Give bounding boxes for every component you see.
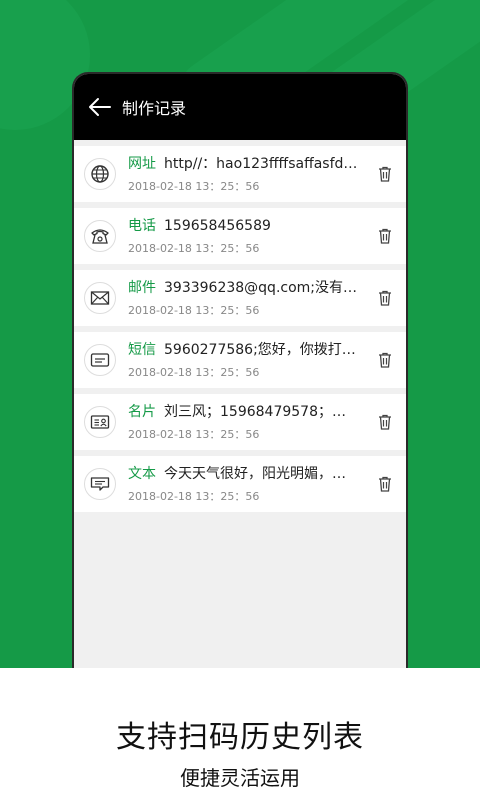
promo-headline: 支持扫码历史列表 <box>116 720 364 755</box>
trash-icon[interactable] <box>376 475 394 493</box>
record-content: 今天天气很好，阳光明媚，我... <box>164 465 358 482</box>
page-title: 制作记录 <box>122 99 187 118</box>
record-type: 文本 <box>128 465 156 482</box>
card-icon <box>84 406 116 438</box>
record-list: 网址 http//：hao123ffffsaffasfdaff... 2018-… <box>74 140 406 512</box>
record-type: 电话 <box>128 217 156 234</box>
record-type: 邮件 <box>128 279 156 296</box>
list-item[interactable]: 电话 159658456589 2018-02-18 13：25：56 <box>74 208 406 264</box>
list-item[interactable]: 短信 5960277586;您好，你拨打的... 2018-02-18 13：2… <box>74 332 406 388</box>
trash-icon[interactable] <box>376 227 394 245</box>
promo-subline: 便捷灵活运用 <box>180 766 300 790</box>
phone-icon <box>84 220 116 252</box>
back-arrow-icon[interactable] <box>78 85 122 129</box>
text-icon <box>84 468 116 500</box>
record-type: 名片 <box>128 403 156 420</box>
record-content: 刘三风；15968479578；厦门... <box>164 403 358 420</box>
record-type: 短信 <box>128 341 156 358</box>
trash-icon[interactable] <box>376 289 394 307</box>
phone-screen: 制作记录 网址 http//：hao123ffffsaffasfdaff... … <box>74 74 406 674</box>
record-time: 2018-02-18 13：25：56 <box>128 365 260 379</box>
list-item[interactable]: 邮件 393396238@qq.com;没有做... 2018-02-18 13… <box>74 270 406 326</box>
trash-icon[interactable] <box>376 413 394 431</box>
trash-icon[interactable] <box>376 165 394 183</box>
record-time: 2018-02-18 13：25：56 <box>128 427 260 441</box>
trash-icon[interactable] <box>376 351 394 369</box>
app-bar: 制作记录 <box>74 74 406 140</box>
record-time: 2018-02-18 13：25：56 <box>128 489 260 503</box>
record-time: 2018-02-18 13：25：56 <box>128 241 260 255</box>
list-item[interactable]: 名片 刘三风；15968479578；厦门... 2018-02-18 13：2… <box>74 394 406 450</box>
record-content: 393396238@qq.com;没有做... <box>164 279 358 296</box>
record-time: 2018-02-18 13：25：56 <box>128 303 260 317</box>
record-type: 网址 <box>128 155 156 172</box>
mail-icon <box>84 282 116 314</box>
record-time: 2018-02-18 13：25：56 <box>128 179 260 193</box>
record-content: 5960277586;您好，你拨打的... <box>164 341 358 358</box>
message-icon <box>84 344 116 376</box>
list-item[interactable]: 网址 http//：hao123ffffsaffasfdaff... 2018-… <box>74 146 406 202</box>
list-item[interactable]: 文本 今天天气很好，阳光明媚，我... 2018-02-18 13：25：56 <box>74 456 406 512</box>
record-content: http//：hao123ffffsaffasfdaff... <box>164 155 358 172</box>
record-content: 159658456589 <box>164 217 271 234</box>
globe-icon <box>84 158 116 190</box>
